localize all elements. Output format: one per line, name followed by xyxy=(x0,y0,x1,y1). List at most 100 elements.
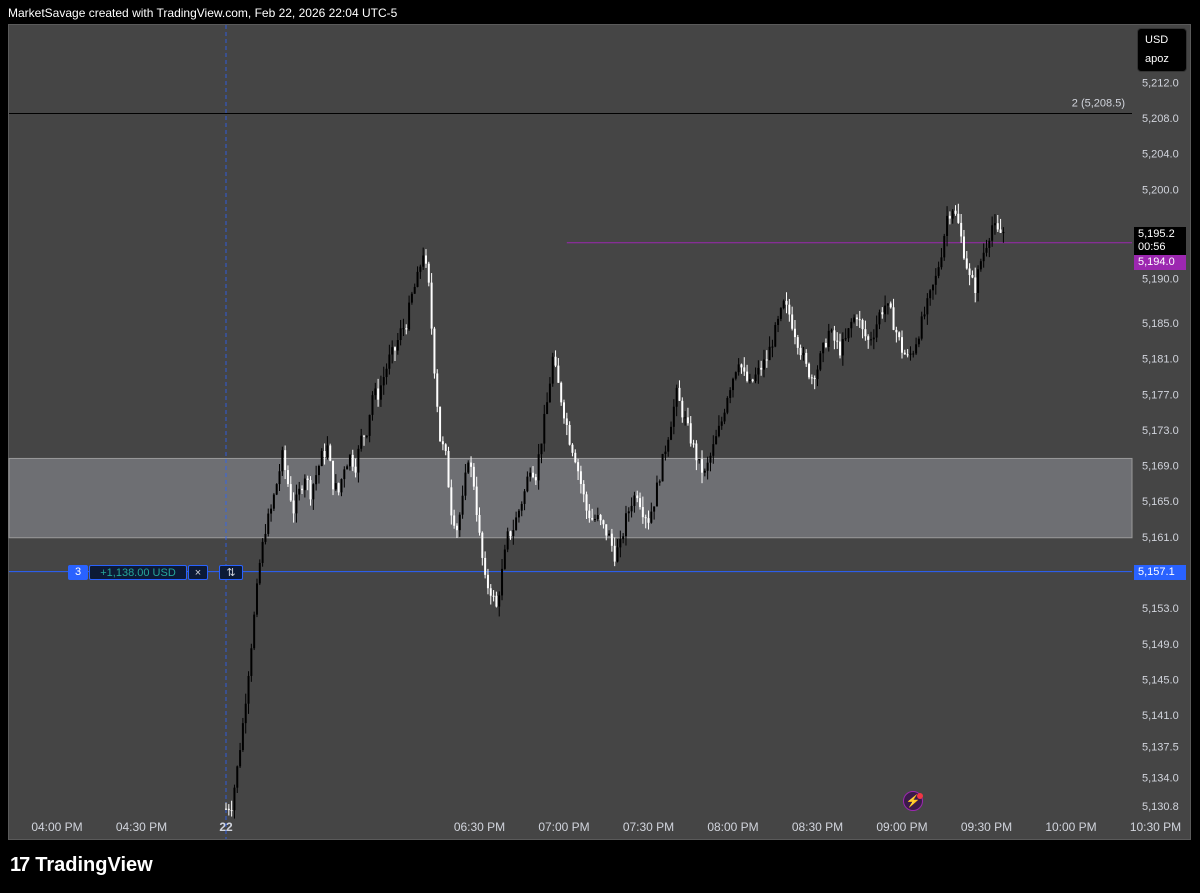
candle-body xyxy=(833,330,836,341)
candle-body xyxy=(363,435,366,437)
candle-body xyxy=(267,513,270,534)
horizontal-level-label: 2 (5,208.5) xyxy=(1072,98,1125,110)
candle-body xyxy=(486,574,489,589)
candle-body xyxy=(410,293,413,303)
candle-body xyxy=(382,377,385,386)
x-axis-tick-label: 04:30 PM xyxy=(116,820,167,834)
candle-body xyxy=(512,530,515,537)
candle-body xyxy=(436,373,439,407)
candle-body xyxy=(520,503,523,511)
candle-body xyxy=(993,223,996,226)
candle-body xyxy=(909,353,912,355)
candle-body xyxy=(529,472,532,477)
candle-body xyxy=(478,514,481,533)
reverse-position-icon[interactable]: ⇅ xyxy=(219,565,243,580)
y-axis-tick-label: 5,181.0 xyxy=(1142,354,1179,366)
candle-body xyxy=(650,511,653,523)
bar-countdown: 00:56 xyxy=(1134,240,1186,255)
candle-body xyxy=(754,374,757,382)
candle-body xyxy=(365,435,368,437)
y-axis-tick-label: 5,137.5 xyxy=(1142,741,1179,753)
position-pnl[interactable]: +1,138.00 USD xyxy=(89,565,187,580)
x-axis-tick-label: 06:30 PM xyxy=(454,820,505,834)
alert-price-tag[interactable]: 5,194.0 xyxy=(1134,255,1186,270)
candle-body xyxy=(323,451,326,458)
candle-body xyxy=(695,443,698,461)
candle-body xyxy=(864,329,867,337)
candle-body xyxy=(630,505,633,512)
candle-body xyxy=(898,332,901,338)
candle-body xyxy=(943,235,946,258)
candle-body xyxy=(816,369,819,380)
candle-body xyxy=(892,307,895,330)
x-axis-tick-label: 04:00 PM xyxy=(31,820,82,834)
candle-body xyxy=(332,460,335,490)
y-axis-tick-label: 5,130.8 xyxy=(1142,801,1179,813)
candle-body xyxy=(777,318,780,325)
candle-body xyxy=(644,517,647,519)
entry-price-tag[interactable]: 5,157.1 xyxy=(1134,565,1186,580)
candle-body xyxy=(977,269,980,293)
position-quantity[interactable]: 3 xyxy=(68,565,88,580)
candle-body xyxy=(225,808,227,810)
candle-body xyxy=(582,483,585,495)
candle-body xyxy=(658,481,661,483)
candle-body xyxy=(492,595,495,597)
candle-body xyxy=(858,319,861,321)
candle-body xyxy=(802,352,805,356)
candle-body xyxy=(951,210,954,219)
candle-body xyxy=(1002,232,1005,234)
y-axis-tick-label: 5,185.0 xyxy=(1142,318,1179,330)
candle-body xyxy=(326,445,329,458)
candle-body xyxy=(613,545,616,562)
candle-body xyxy=(664,451,667,454)
candle-body xyxy=(844,338,847,340)
candle-body xyxy=(746,371,749,381)
candle-body xyxy=(974,277,977,293)
candle-body xyxy=(884,305,887,315)
candle-body xyxy=(785,300,788,305)
candle-body xyxy=(923,314,926,317)
candle-body xyxy=(470,462,473,467)
candle-body xyxy=(678,387,681,401)
tradingview-wordmark: TradingView xyxy=(35,854,153,876)
candle-body xyxy=(726,397,729,413)
candle-body xyxy=(793,328,796,338)
currency-box[interactable]: USD apoz xyxy=(1137,28,1187,72)
candle-body xyxy=(805,352,808,364)
candle-body xyxy=(312,484,315,500)
candle-body xyxy=(340,479,343,493)
candle-body xyxy=(681,400,684,418)
candle-body xyxy=(532,472,535,478)
candle-body xyxy=(295,494,298,514)
candle-body xyxy=(596,515,599,520)
candle-body xyxy=(320,451,323,467)
candle-body xyxy=(808,363,811,378)
candle-body xyxy=(306,478,309,481)
candle-body xyxy=(867,336,870,340)
candle-body xyxy=(275,484,278,495)
candle-body xyxy=(548,383,551,403)
candle-body xyxy=(315,475,318,485)
candle-body xyxy=(912,353,915,355)
candle-body xyxy=(824,342,827,347)
candle-body xyxy=(948,215,951,219)
candle-body xyxy=(709,455,712,463)
candle-body xyxy=(354,466,357,473)
candle-body xyxy=(250,648,253,676)
candle-body xyxy=(391,347,394,355)
candle-body xyxy=(608,533,611,536)
candle-body xyxy=(551,356,554,384)
close-icon[interactable]: × xyxy=(188,565,208,580)
candle-body xyxy=(388,354,391,369)
price-chart[interactable]: 2 (5,208.5) 5,212.0 5,208.0 5,204.0 5,200.0 5… xyxy=(0,0,1200,893)
tradingview-logo: 17 TradingView xyxy=(10,854,153,877)
candle-body xyxy=(284,450,287,471)
candle-body xyxy=(247,675,250,704)
candle-body xyxy=(461,495,464,515)
candle-body xyxy=(495,595,498,607)
candle-body xyxy=(822,342,825,354)
candle-body xyxy=(455,525,458,531)
candle-body xyxy=(717,425,720,437)
candle-body xyxy=(982,252,985,262)
